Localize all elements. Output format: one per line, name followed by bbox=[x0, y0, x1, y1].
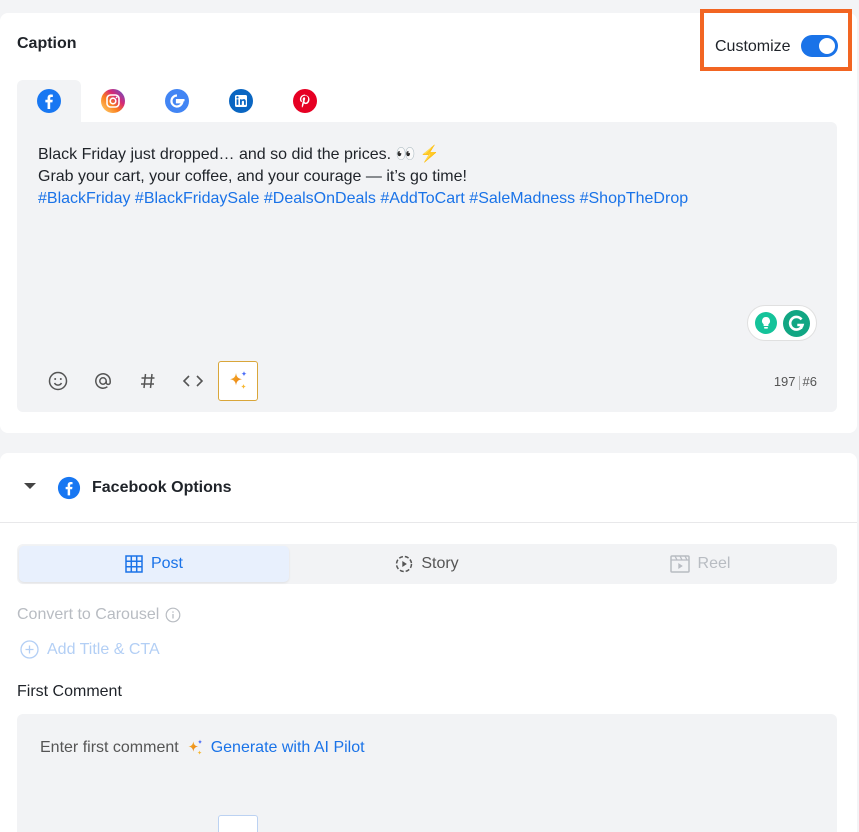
hash-icon bbox=[141, 373, 155, 389]
code-button[interactable] bbox=[178, 361, 208, 401]
post-type-reel-label: Reel bbox=[697, 555, 731, 572]
facebook-icon bbox=[57, 476, 81, 500]
post-type-story-label: Story bbox=[421, 555, 459, 572]
customize-toggle[interactable] bbox=[801, 35, 838, 57]
add-title-cta-button[interactable]: Add Title & CTA bbox=[20, 640, 160, 659]
facebook-options-header[interactable]: Facebook Options bbox=[0, 453, 857, 523]
tab-facebook[interactable] bbox=[17, 80, 81, 122]
ai-assist-button[interactable] bbox=[218, 361, 258, 401]
counter-divider bbox=[798, 375, 800, 390]
post-type-selector: Post Story Reel bbox=[17, 544, 837, 584]
grid-icon bbox=[125, 555, 143, 573]
convert-to-carousel-label: Convert to Carousel bbox=[17, 606, 160, 623]
first-comment-placeholder: Enter first comment Generate with AI Pil… bbox=[40, 738, 365, 758]
sparkle-icon bbox=[188, 739, 202, 755]
char-count: 197 bbox=[773, 374, 796, 389]
hashtag-count: #6 bbox=[802, 374, 817, 389]
caption-card: Caption Customize Black Friday just drop… bbox=[0, 9, 857, 433]
add-title-cta-label: Add Title & CTA bbox=[47, 640, 160, 658]
reel-icon bbox=[669, 555, 690, 573]
convert-to-carousel[interactable]: Convert to Carousel bbox=[17, 606, 181, 624]
post-type-story[interactable]: Story bbox=[292, 544, 562, 584]
first-comment-label: First Comment bbox=[17, 683, 122, 700]
customize-label: Customize bbox=[715, 38, 791, 55]
caption-line-1: Black Friday just dropped… and so did th… bbox=[38, 146, 440, 163]
post-type-reel[interactable]: Reel bbox=[565, 544, 835, 584]
linkedin-icon bbox=[229, 89, 253, 113]
smiley-icon bbox=[48, 371, 68, 391]
code-icon bbox=[182, 375, 204, 387]
caption-hashtags: #BlackFriday #BlackFridaySale #DealsOnDe… bbox=[38, 190, 689, 207]
grammarly-widget[interactable] bbox=[747, 305, 817, 341]
facebook-options-title: Facebook Options bbox=[92, 479, 232, 496]
mention-button[interactable] bbox=[88, 361, 118, 401]
platform-tabs bbox=[17, 80, 347, 122]
caption-line-2: Grab your cart, your coffee, and your co… bbox=[38, 168, 467, 185]
first-comment-input[interactable]: Enter first comment Generate with AI Pil… bbox=[17, 714, 837, 832]
post-type-post-label: Post bbox=[150, 555, 183, 572]
plus-circle-icon bbox=[20, 640, 39, 659]
generate-ai-link[interactable]: Generate with AI Pilot bbox=[211, 739, 365, 757]
ai-assist-button[interactable] bbox=[218, 815, 258, 832]
emoji-button[interactable] bbox=[43, 361, 73, 401]
toggle-knob bbox=[819, 38, 835, 54]
collapse-chevron-icon[interactable] bbox=[24, 483, 36, 489]
caption-editor[interactable]: Black Friday just dropped… and so did th… bbox=[17, 122, 837, 412]
facebook-options-card: Facebook Options Post Story Reel Convert… bbox=[0, 453, 857, 832]
character-counter: 197 #6 bbox=[774, 374, 817, 390]
sparkle-icon bbox=[230, 371, 247, 389]
story-icon bbox=[396, 555, 413, 573]
caption-text[interactable]: Black Friday just dropped… and so did th… bbox=[38, 144, 688, 210]
facebook-icon bbox=[37, 89, 61, 113]
instagram-icon bbox=[101, 89, 125, 113]
at-icon bbox=[95, 373, 111, 389]
post-type-post[interactable]: Post bbox=[19, 546, 289, 582]
tab-linkedin[interactable] bbox=[209, 80, 273, 122]
grammarly-icon bbox=[783, 310, 810, 337]
google-icon bbox=[165, 89, 189, 113]
tab-google[interactable] bbox=[145, 80, 209, 122]
info-icon[interactable] bbox=[165, 607, 181, 623]
tab-pinterest[interactable] bbox=[273, 80, 337, 122]
first-comment-placeholder-text: Enter first comment bbox=[40, 739, 179, 756]
lightbulb-icon bbox=[755, 312, 777, 334]
tab-instagram[interactable] bbox=[81, 80, 145, 122]
pinterest-icon bbox=[293, 89, 317, 113]
hashtag-button[interactable] bbox=[133, 361, 163, 401]
caption-title: Caption bbox=[17, 35, 77, 52]
